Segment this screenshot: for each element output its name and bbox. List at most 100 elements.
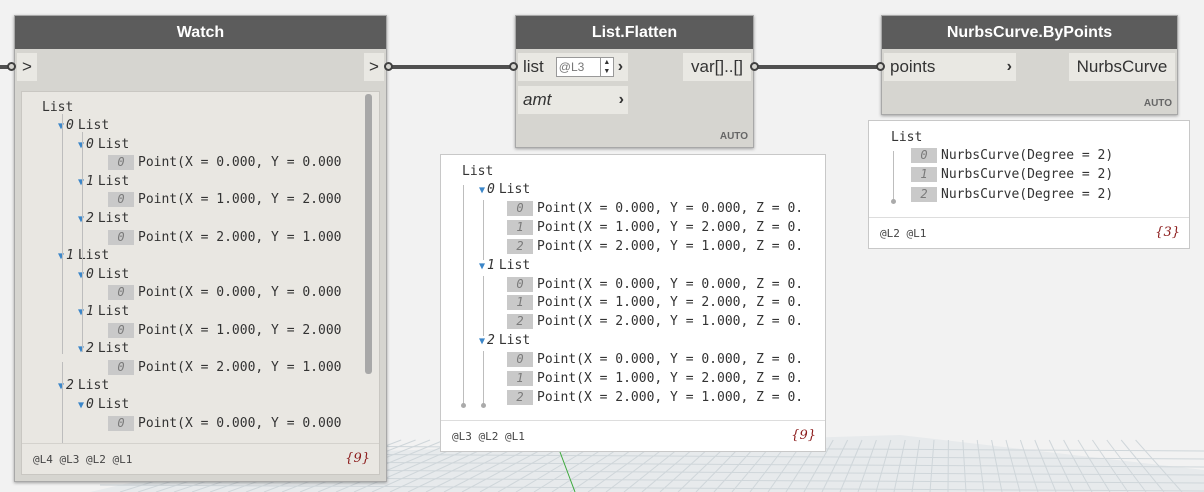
wire-flatten-to-nurbs[interactable] bbox=[756, 65, 882, 69]
item-index: 1 bbox=[507, 219, 533, 235]
list-index: 0 bbox=[86, 266, 94, 282]
list-node[interactable]: ▼0List bbox=[78, 397, 129, 412]
nurbs-preview: List 0 NurbsCurve(Degree = 2) 1 NurbsCurve(… bbox=[868, 120, 1190, 249]
item-value: Point(X = 0.000, Y = 0.000 bbox=[138, 285, 342, 301]
list-node[interactable]: ▼0List bbox=[58, 118, 109, 133]
list-levels[interactable]: @L3 @L2 @L1 bbox=[452, 430, 525, 443]
list-item: 2 Point(X = 2.000, Y = 1.000, Z = 0. bbox=[507, 238, 804, 254]
flatten-out-dot[interactable] bbox=[750, 62, 759, 71]
item-index: 0 bbox=[507, 200, 533, 216]
input-port[interactable]: > bbox=[17, 53, 37, 81]
list-item: 0 Point(X = 0.000, Y = 0.000, Z = 0. bbox=[507, 200, 803, 216]
list-item: 0 Point(X = 0.000, Y = 0.000, Z = 0. bbox=[507, 276, 804, 292]
nurbscurve-bypoints-node[interactable]: NurbsCurve.ByPoints points › NurbsCurve … bbox=[881, 15, 1178, 115]
flatten-in-dot[interactable] bbox=[509, 62, 518, 71]
list-node[interactable]: ▼2List bbox=[78, 211, 129, 226]
list-root: List bbox=[462, 164, 494, 179]
item-index: 0 bbox=[108, 285, 134, 301]
port-label: var[]..[] bbox=[691, 57, 743, 76]
list-node[interactable]: ▼0List bbox=[479, 182, 530, 197]
item-value: Point(X = 0.000, Y = 0.000 bbox=[138, 415, 342, 431]
list-root: List bbox=[42, 100, 74, 115]
list-index: 1 bbox=[66, 248, 74, 264]
scrollbar[interactable] bbox=[365, 94, 372, 374]
spinner-icon[interactable]: ▲ ▼ bbox=[599, 58, 613, 76]
item-value: NurbsCurve(Degree = 2) bbox=[941, 148, 1114, 163]
node-title[interactable]: NurbsCurve.ByPoints bbox=[882, 16, 1177, 49]
list-index: 0 bbox=[86, 397, 94, 412]
list-label: List bbox=[97, 211, 130, 226]
expand-triangle-icon[interactable]: ▼ bbox=[479, 261, 485, 272]
item-value: Point(X = 1.000, Y = 2.000 bbox=[138, 192, 342, 208]
list-node[interactable]: ▼1List bbox=[58, 248, 109, 263]
item-value: Point(X = 2.000, Y = 1.000, Z = 0. bbox=[537, 314, 804, 330]
list-item: 1 Point(X = 1.000, Y = 2.000, Z = 0. bbox=[507, 219, 803, 235]
item-count: {9} bbox=[791, 428, 816, 443]
nurbs-in-dot[interactable] bbox=[876, 62, 885, 71]
input-port-points[interactable]: points › bbox=[884, 53, 1016, 81]
list-item: 2 Point(X = 2.000, Y = 1.000, Z = 0. bbox=[507, 389, 803, 405]
item-index: 0 bbox=[108, 229, 134, 245]
item-index: 0 bbox=[108, 359, 134, 375]
node-title[interactable]: Watch bbox=[15, 16, 386, 49]
item-value: Point(X = 1.000, Y = 2.000, Z = 0. bbox=[537, 371, 804, 386]
output-port[interactable]: var[]..[] bbox=[683, 53, 751, 81]
preview-footer: @L2 @L1 {3} bbox=[869, 217, 1189, 248]
expand-triangle-icon[interactable]: ▼ bbox=[78, 400, 84, 411]
level-value[interactable]: @L3 bbox=[559, 60, 585, 74]
tree-guide bbox=[483, 276, 484, 336]
list-index: 2 bbox=[86, 211, 94, 226]
list-node[interactable]: ▼0List bbox=[78, 137, 129, 152]
input-port-list[interactable]: list @L3 ▲ ▼ › bbox=[518, 53, 628, 81]
expand-triangle-icon[interactable]: ▼ bbox=[479, 336, 485, 347]
item-count: {9} bbox=[345, 451, 370, 466]
level-selector[interactable]: @L3 ▲ ▼ bbox=[555, 57, 614, 77]
watch-in-dot[interactable] bbox=[7, 62, 16, 71]
item-value: Point(X = 2.000, Y = 1.000 bbox=[138, 359, 342, 375]
list-label: List bbox=[97, 304, 130, 319]
list-item: 1 Point(X = 1.000, Y = 2.000, Z = 0. bbox=[507, 295, 804, 311]
list-item: 0 Point(X = 1.000, Y = 2.000 bbox=[108, 192, 342, 208]
list-item: 0 NurbsCurve(Degree = 2) bbox=[911, 148, 1113, 163]
lacing-label[interactable]: AUTO bbox=[720, 131, 748, 142]
item-value: Point(X = 1.000, Y = 2.000, Z = 0. bbox=[537, 295, 804, 311]
list-node[interactable]: ▼1List bbox=[78, 304, 129, 319]
expand-triangle-icon[interactable]: ▼ bbox=[479, 185, 485, 196]
list-node[interactable]: ▼2List bbox=[479, 333, 530, 348]
list-index: 2 bbox=[487, 333, 495, 349]
item-index: 0 bbox=[911, 148, 937, 163]
list-node[interactable]: ▼0List bbox=[78, 267, 129, 282]
list-item: 2 NurbsCurve(Degree = 2) bbox=[911, 186, 1113, 202]
list-label: List bbox=[97, 341, 130, 357]
list-node[interactable]: ▼2List bbox=[78, 341, 129, 356]
list-item: 0 Point(X = 2.000, Y = 1.000 bbox=[108, 229, 342, 245]
list-label: List bbox=[97, 136, 130, 152]
tree-guide bbox=[483, 200, 484, 260]
list-node[interactable]: ▼1List bbox=[78, 174, 129, 189]
wire-watch-to-flatten[interactable] bbox=[389, 65, 515, 69]
item-value: Point(X = 2.000, Y = 1.000, Z = 0. bbox=[537, 238, 804, 254]
watch-out-dot[interactable] bbox=[384, 62, 393, 71]
chevron-right-icon: › bbox=[1006, 58, 1012, 75]
input-port-amt[interactable]: amt › bbox=[518, 86, 628, 114]
list-levels[interactable]: @L2 @L1 bbox=[880, 227, 926, 240]
lacing-label[interactable]: AUTO bbox=[1144, 98, 1172, 109]
item-value: Point(X = 0.000, Y = 0.000, Z = 0. bbox=[537, 276, 804, 292]
list-levels[interactable]: @L4 @L3 @L2 @L1 bbox=[33, 453, 132, 466]
list-item: 0 Point(X = 0.000, Y = 0.000 bbox=[108, 285, 342, 301]
output-port[interactable]: NurbsCurve bbox=[1069, 53, 1175, 81]
item-value: NurbsCurve(Degree = 2) bbox=[941, 167, 1114, 183]
list-node[interactable]: ▼2List bbox=[58, 378, 109, 393]
node-title[interactable]: List.Flatten bbox=[516, 16, 753, 49]
item-index: 1 bbox=[507, 295, 533, 311]
watch-node[interactable]: Watch > > List ▼0List▼0List0Point(X = 0.… bbox=[14, 15, 387, 482]
list-label: List bbox=[498, 333, 531, 349]
list-flatten-node[interactable]: List.Flatten list @L3 ▲ ▼ › amt › var[]..… bbox=[515, 15, 754, 148]
tree-end-dot bbox=[461, 403, 466, 408]
list-index: 1 bbox=[86, 173, 94, 189]
item-index: 2 bbox=[507, 238, 533, 254]
list-node[interactable]: ▼1List bbox=[479, 258, 530, 273]
output-port[interactable]: > bbox=[364, 53, 384, 81]
list-label: List bbox=[97, 397, 130, 412]
item-value: Point(X = 1.000, Y = 2.000 bbox=[138, 322, 342, 338]
